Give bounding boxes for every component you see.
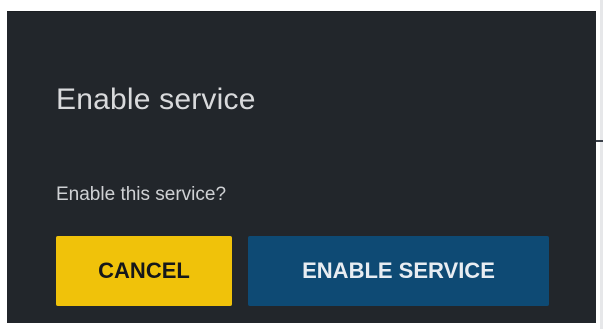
screen: Enable service Enable this service? CANC…	[0, 0, 603, 329]
cancel-button[interactable]: CANCEL	[56, 236, 232, 306]
dialog-message: Enable this service?	[56, 184, 227, 205]
dialog-title: Enable service	[56, 83, 256, 116]
cancel-button-label: CANCEL	[98, 258, 190, 283]
enable-service-dialog: Enable service Enable this service? CANC…	[7, 11, 596, 323]
enable-service-button[interactable]: ENABLE SERVICE	[248, 236, 549, 306]
enable-service-button-label: ENABLE SERVICE	[302, 258, 495, 283]
backdrop-divider	[596, 140, 603, 142]
